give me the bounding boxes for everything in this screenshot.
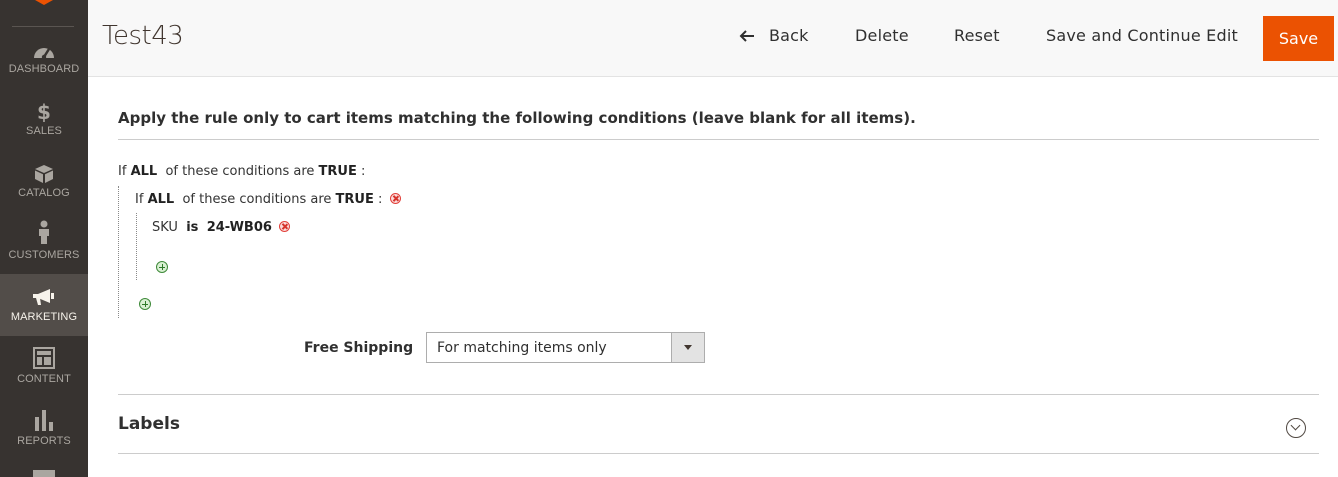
box-icon xyxy=(0,162,88,184)
sidebar-item-label: SALES xyxy=(26,125,62,137)
sidebar-item-label: CONTENT xyxy=(17,373,71,385)
value-select[interactable]: TRUE xyxy=(319,164,357,179)
page-title: Test43 xyxy=(102,21,184,51)
condition-text: of these conditions are xyxy=(165,164,315,179)
reset-button[interactable]: Reset xyxy=(954,26,1000,45)
outer-condition-row: If ALL of these conditions are TRUE : xyxy=(118,164,365,179)
section-divider xyxy=(118,394,1319,395)
value-select[interactable]: TRUE xyxy=(336,192,374,207)
sidebar-item-label: MARKETING xyxy=(10,311,78,323)
sidebar-item-customers[interactable]: CUSTOMERS xyxy=(0,218,88,280)
sidebar-item-sales[interactable]: $ SALES xyxy=(0,100,88,162)
dropdown-toggle[interactable] xyxy=(671,333,704,362)
condition-prefix: If xyxy=(118,164,127,179)
add-condition-icon[interactable] xyxy=(139,298,151,310)
sidebar-item-reports[interactable]: REPORTS xyxy=(0,398,88,460)
aggregator-select[interactable]: ALL xyxy=(131,164,158,179)
expand-icon[interactable] xyxy=(1286,418,1306,438)
person-icon xyxy=(0,218,88,244)
condition-text: of these conditions are xyxy=(182,192,332,207)
dollar-icon: $ xyxy=(0,100,88,122)
section-divider xyxy=(118,139,1319,140)
add-condition-icon[interactable] xyxy=(156,261,168,273)
aggregator-select[interactable]: ALL xyxy=(148,192,175,207)
sidebar-item-label: REPORTS xyxy=(17,435,71,447)
condition-suffix: : xyxy=(378,192,383,207)
sidebar-item-dashboard[interactable]: DASHBOARD xyxy=(0,38,88,100)
sidebar-item-marketing[interactable]: MARKETING xyxy=(0,274,88,336)
back-button[interactable]: Back xyxy=(739,26,809,45)
outer-condition-guide xyxy=(118,186,119,318)
chevron-down-icon xyxy=(684,345,692,350)
condition-suffix: : xyxy=(361,164,366,179)
sidebar-item-label: CUSTOMERS xyxy=(8,249,80,261)
inner-condition-row: If ALL of these conditions are TRUE : xyxy=(135,192,401,207)
layout-icon xyxy=(0,336,88,369)
sidebar-item-content[interactable]: CONTENT xyxy=(0,336,88,398)
condition-prefix: If xyxy=(135,192,144,207)
conditions-section-title: Apply the rule only to cart items matchi… xyxy=(118,109,916,127)
megaphone-icon xyxy=(0,274,88,306)
admin-sidebar: DASHBOARD $ SALES CATALOG CUSTOMERS MARK… xyxy=(0,0,88,477)
page-header: Test43 Back Delete Reset Save and Contin… xyxy=(88,0,1338,77)
sidebar-item-label: CATALOG xyxy=(18,187,70,199)
labels-section-title[interactable]: Labels xyxy=(118,414,180,434)
free-shipping-select[interactable]: For matching items only xyxy=(426,332,705,363)
magento-logo[interactable] xyxy=(35,0,53,5)
remove-condition-icon[interactable] xyxy=(389,193,401,204)
delete-button[interactable]: Delete xyxy=(855,26,909,45)
sidebar-item-catalog[interactable]: CATALOG xyxy=(0,162,88,224)
save-and-continue-button[interactable]: Save and Continue Edit xyxy=(1046,26,1238,45)
section-divider xyxy=(118,453,1319,454)
condition-value[interactable]: 24-WB06 xyxy=(207,220,272,235)
inner-condition-guide xyxy=(136,213,137,280)
stores-icon[interactable] xyxy=(33,470,55,477)
back-label: Back xyxy=(769,26,809,45)
sidebar-item-label: DASHBOARD xyxy=(8,63,80,75)
free-shipping-label: Free Shipping xyxy=(304,340,414,356)
operator-select[interactable]: is xyxy=(186,220,198,235)
condition-attribute: SKU xyxy=(152,220,178,235)
remove-condition-icon[interactable] xyxy=(279,221,291,232)
svg-text:$: $ xyxy=(37,100,51,122)
bar-chart-icon xyxy=(0,398,88,431)
sku-condition-row: SKU is 24-WB06 xyxy=(152,220,291,235)
select-value: For matching items only xyxy=(437,340,607,356)
dashboard-icon xyxy=(0,38,88,60)
save-button[interactable]: Save xyxy=(1263,16,1334,61)
sidebar-divider xyxy=(12,26,74,27)
